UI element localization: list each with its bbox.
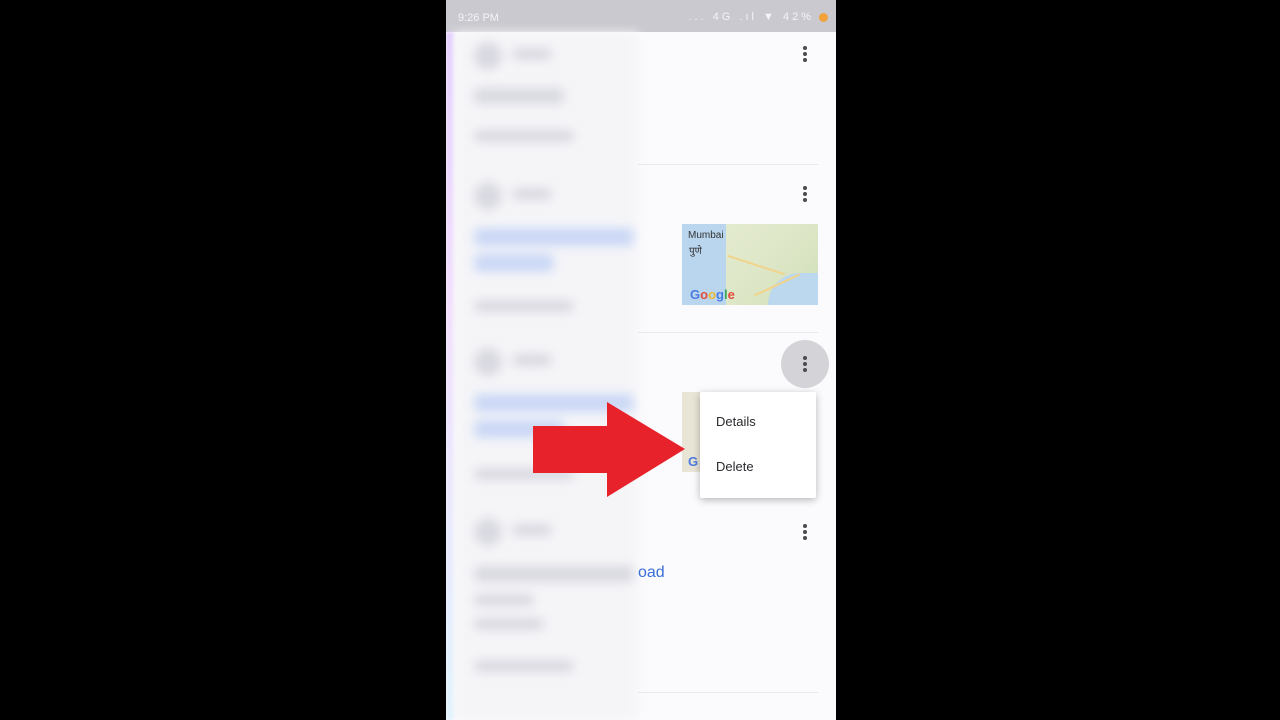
card-divider [638,164,818,165]
more-vert-icon [803,356,807,372]
overflow-popup-menu: Details Delete [700,392,816,498]
menu-item-delete[interactable]: Delete [716,459,754,474]
card-3-more-button[interactable] [781,340,829,388]
download-link[interactable]: oad [638,564,665,582]
more-vert-icon [803,46,807,62]
status-indicators: ... 4G .ıl ▼ 42% [688,11,814,23]
red-arrow-icon [533,402,685,497]
status-time: 9:26 PM [458,12,499,24]
edge-glow [446,32,454,720]
card-2-more-button[interactable] [791,180,819,208]
card-4-more-button[interactable] [791,518,819,546]
card-divider [638,332,818,333]
phone-screen: 9:26 PM ... 4G .ıl ▼ 42% Mumbai पुणे Goo… [446,0,836,720]
map-brand-fragment: G [688,454,699,469]
blurred-content-panel [454,32,638,720]
google-logo: Google [690,287,735,302]
card-divider [638,692,818,693]
map-thumbnail[interactable]: Mumbai पुणे Google [682,224,818,305]
map-city-label: Mumbai [688,230,724,241]
map-city-sublabel: पुणे [689,246,702,257]
battery-dot-icon [819,13,828,22]
card-1-more-button[interactable] [791,40,819,68]
more-vert-icon [803,186,807,202]
menu-item-details[interactable]: Details [716,414,756,429]
more-vert-icon [803,524,807,540]
status-bar: 9:26 PM ... 4G .ıl ▼ 42% [446,0,836,32]
